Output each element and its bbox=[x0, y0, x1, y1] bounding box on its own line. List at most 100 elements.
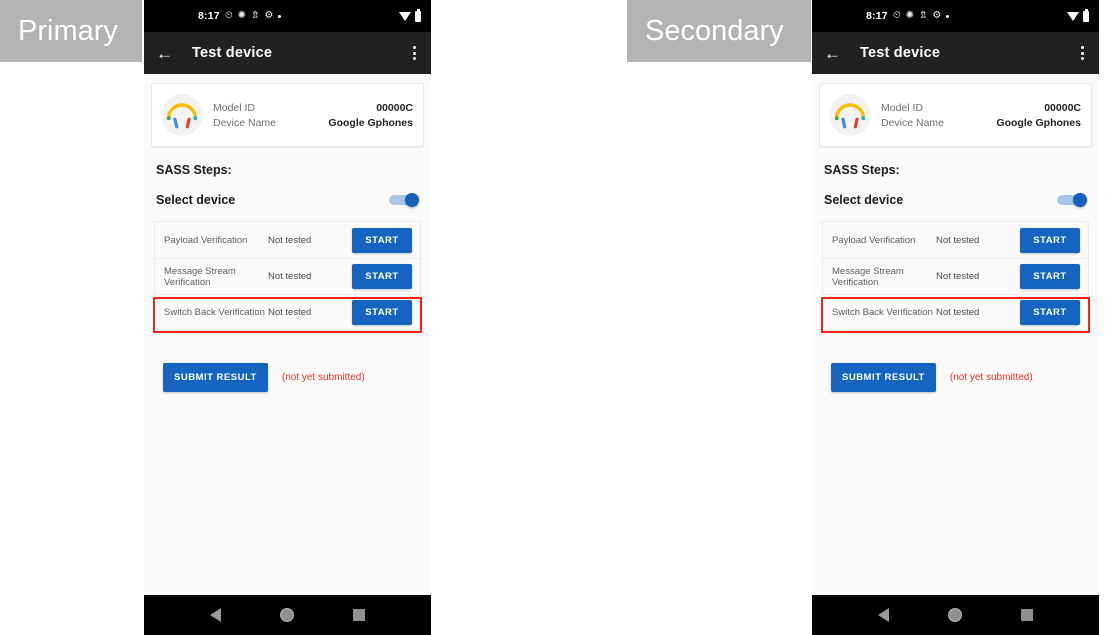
device-row-model-id: Model ID 00000C bbox=[213, 100, 413, 115]
nav-back-icon[interactable] bbox=[877, 608, 889, 622]
battery-icon bbox=[1083, 9, 1089, 22]
select-device-toggle[interactable] bbox=[389, 193, 419, 207]
start-button[interactable]: START bbox=[1020, 264, 1080, 289]
main-content: SASS Steps: Select device Payload Verifi… bbox=[812, 163, 1099, 392]
app-toolbar: ← Test device bbox=[144, 32, 431, 74]
device-info-card: Model ID 00000C Device Name Google Gphon… bbox=[151, 83, 424, 147]
start-button[interactable]: START bbox=[352, 227, 412, 253]
sass-steps-section: Payload Verification Not tested START Me… bbox=[821, 221, 1090, 333]
status-bar-left: 8:17 ⏲ ✺ ⇯ ⚙ bbox=[866, 10, 950, 22]
battery-icon bbox=[415, 9, 421, 22]
select-device-row[interactable]: Select device bbox=[156, 193, 419, 207]
sass-steps-heading: SASS Steps: bbox=[156, 163, 232, 177]
step-name: Message Stream Verification bbox=[164, 265, 236, 288]
step-name: Payload Verification bbox=[164, 234, 248, 246]
status-bar-right bbox=[399, 9, 421, 22]
alarm-icon: ⏲ bbox=[224, 10, 233, 21]
primary-phone-screen: 8:17 ⏲ ✺ ⇯ ⚙ ← Test device Model ID 0000… bbox=[144, 0, 431, 635]
page-title: Test device bbox=[860, 45, 941, 61]
nav-home-icon[interactable] bbox=[947, 608, 962, 622]
toggle-thumb bbox=[405, 193, 419, 207]
status-bar-right bbox=[1067, 9, 1089, 22]
status-badge: Not tested bbox=[268, 271, 312, 282]
select-device-label: Select device bbox=[824, 193, 904, 207]
wifi-icon bbox=[1067, 11, 1079, 21]
gear-icon: ⚙ bbox=[264, 10, 274, 21]
main-content: SASS Steps: Select device Payload Verifi… bbox=[144, 163, 431, 392]
start-button[interactable]: START bbox=[1020, 227, 1080, 253]
alarm-icon: ⏲ bbox=[892, 10, 901, 21]
dot-icon bbox=[946, 14, 950, 18]
submit-result-row: SUBMIT RESULT (not yet submitted) bbox=[831, 363, 1089, 392]
device-name-label: Device Name bbox=[213, 116, 277, 129]
device-info-rows: Model ID 00000C Device Name Google Gphon… bbox=[213, 100, 413, 130]
secondary-device-label: Secondary bbox=[627, 0, 811, 62]
model-id-value: 00000C bbox=[376, 101, 413, 114]
status-badge: Not tested bbox=[268, 307, 312, 318]
status-bar-clock: 8:17 bbox=[198, 10, 220, 22]
page-title: Test device bbox=[192, 45, 273, 61]
sass-steps-card: Payload Verification Not tested START Me… bbox=[822, 221, 1089, 331]
table-row[interactable]: Switch Back Verification Not tested STAR… bbox=[155, 294, 420, 330]
device-row-device-name: Device Name Google Gphones bbox=[213, 115, 413, 130]
table-row[interactable]: Message Stream Verification Not tested S… bbox=[823, 258, 1088, 294]
headphones-icon bbox=[160, 93, 204, 137]
android-nav-bar bbox=[812, 595, 1099, 635]
overflow-menu-icon[interactable] bbox=[1081, 46, 1087, 60]
overflow-menu-icon[interactable] bbox=[413, 46, 419, 60]
status-bar-clock: 8:17 bbox=[866, 10, 888, 22]
status-badge: Not tested bbox=[936, 234, 980, 246]
arrow-back-icon[interactable]: ← bbox=[156, 45, 176, 62]
brightness-icon: ✺ bbox=[905, 10, 915, 21]
device-info-rows: Model ID 00000C Device Name Google Gphon… bbox=[881, 100, 1081, 130]
status-bar: 8:17 ⏲ ✺ ⇯ ⚙ bbox=[812, 0, 1099, 32]
select-device-row[interactable]: Select device bbox=[824, 193, 1087, 207]
start-button[interactable]: START bbox=[352, 300, 412, 325]
table-row[interactable]: Switch Back Verification Not tested STAR… bbox=[823, 294, 1088, 330]
device-name-value: Google Gphones bbox=[996, 116, 1081, 129]
status-badge: Not tested bbox=[936, 271, 980, 282]
nav-back-icon[interactable] bbox=[209, 608, 221, 622]
primary-device-label: Primary bbox=[0, 0, 142, 62]
nav-recents-icon[interactable] bbox=[1021, 609, 1034, 621]
step-name: Switch Back Verification bbox=[164, 307, 265, 318]
start-button[interactable]: START bbox=[352, 264, 412, 289]
submit-result-button[interactable]: SUBMIT RESULT bbox=[831, 363, 936, 392]
select-device-toggle[interactable] bbox=[1057, 193, 1087, 207]
model-id-label: Model ID bbox=[213, 101, 256, 114]
model-id-value: 00000C bbox=[1044, 101, 1081, 114]
table-row[interactable]: Message Stream Verification Not tested S… bbox=[155, 258, 420, 294]
secondary-phone-screen: 8:17 ⏲ ✺ ⇯ ⚙ ← Test device Model ID 0000… bbox=[812, 0, 1099, 635]
wifi-icon bbox=[399, 11, 411, 21]
device-row-model-id: Model ID 00000C bbox=[881, 100, 1081, 115]
status-badge: Not tested bbox=[936, 307, 980, 318]
submit-status-note: (not yet submitted) bbox=[949, 372, 1033, 383]
headphones-icon bbox=[828, 93, 872, 137]
nav-recents-icon[interactable] bbox=[353, 609, 366, 621]
app-toolbar: ← Test device bbox=[812, 32, 1099, 74]
status-bar: 8:17 ⏲ ✺ ⇯ ⚙ bbox=[144, 0, 431, 32]
bluetooth-icon: ⇯ bbox=[919, 10, 928, 21]
bluetooth-icon: ⇯ bbox=[251, 10, 260, 21]
step-name: Switch Back Verification bbox=[832, 307, 933, 318]
table-row[interactable]: Payload Verification Not tested START bbox=[823, 222, 1088, 258]
device-name-value: Google Gphones bbox=[328, 116, 413, 129]
status-badge: Not tested bbox=[268, 234, 312, 246]
table-row[interactable]: Payload Verification Not tested START bbox=[155, 222, 420, 258]
nav-home-icon[interactable] bbox=[279, 608, 294, 622]
start-button[interactable]: START bbox=[1020, 300, 1080, 325]
step-name: Message Stream Verification bbox=[832, 265, 904, 288]
submit-status-note: (not yet submitted) bbox=[281, 372, 365, 383]
select-device-label: Select device bbox=[156, 193, 236, 207]
android-nav-bar bbox=[144, 595, 431, 635]
submit-result-button[interactable]: SUBMIT RESULT bbox=[163, 363, 268, 392]
device-info-card: Model ID 00000C Device Name Google Gphon… bbox=[819, 83, 1092, 147]
brightness-icon: ✺ bbox=[237, 10, 247, 21]
model-id-label: Model ID bbox=[881, 101, 924, 114]
arrow-back-icon[interactable]: ← bbox=[824, 45, 844, 62]
gear-icon: ⚙ bbox=[932, 10, 942, 21]
sass-steps-heading: SASS Steps: bbox=[824, 163, 900, 177]
sass-steps-section: Payload Verification Not tested START Me… bbox=[153, 221, 422, 333]
status-bar-left: 8:17 ⏲ ✺ ⇯ ⚙ bbox=[198, 10, 282, 22]
screenshot-canvas: Primary Secondary 8:17 ⏲ ✺ ⇯ ⚙ ← Test de… bbox=[0, 0, 1105, 635]
